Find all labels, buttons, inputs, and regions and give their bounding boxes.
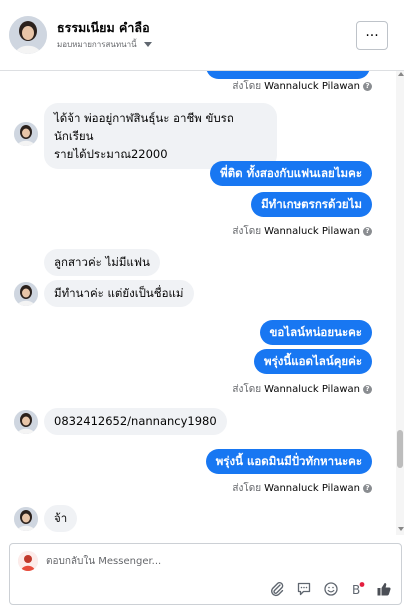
outgoing-message-partial: [206, 71, 370, 79]
contact-avatar-small: [14, 507, 38, 531]
incoming-message: 0832412652/nannancy1980: [44, 408, 227, 435]
contact-avatar-small: [14, 410, 38, 434]
sent-by-label: ส่งโดย Wannaluck Pilawan ?: [232, 224, 372, 239]
incoming-message: ลูกสาวค่ะ ไม่มีแฟน: [44, 249, 160, 276]
outgoing-message: มีทำเกษตรกรด้วยไม: [251, 192, 372, 217]
outgoing-message: พรุ่งนี้ แอดมินมีปั่วทักหานะคะ: [205, 449, 372, 474]
reply-composer: B: [9, 543, 402, 605]
page-avatar: [18, 551, 38, 571]
info-icon[interactable]: ?: [363, 385, 372, 394]
sender-name: Wannaluck Pilawan: [264, 384, 360, 395]
sent-by-label: ส่งโดย Wannaluck Pilawan ?: [232, 382, 372, 397]
sender-name: Wannaluck Pilawan: [264, 81, 360, 92]
reply-input[interactable]: [46, 553, 326, 569]
outgoing-message: พรุ่งนี้แอดไลน์คุยค่ะ: [253, 349, 372, 374]
contact-avatar-small: [14, 122, 38, 146]
info-icon[interactable]: ?: [363, 227, 372, 236]
incoming-message: จ้า: [44, 505, 78, 532]
speech-bubble-icon[interactable]: [295, 580, 313, 598]
sender-name: Wannaluck Pilawan: [264, 483, 360, 494]
outgoing-message: ขอไลน์หน่อยนะคะ: [259, 320, 372, 345]
scroll-down-arrow[interactable]: [398, 527, 404, 531]
assign-conversation-dropdown[interactable]: มอบหมายการสนทนานี้: [57, 38, 152, 51]
sticker-icon[interactable]: B: [348, 580, 366, 598]
like-icon[interactable]: [375, 580, 393, 598]
sent-by-label: ส่งโดย Wannaluck Pilawan ?: [232, 481, 372, 496]
emoji-icon[interactable]: [322, 580, 340, 598]
paperclip-icon[interactable]: [268, 580, 286, 598]
contact-avatar[interactable]: [9, 16, 47, 54]
message-thread: ส่งโดย Wannaluck Pilawan ? ได้จ้า พ่ออยู…: [0, 71, 404, 535]
scrollbar-thumb[interactable]: [397, 430, 403, 468]
info-icon[interactable]: ?: [363, 82, 372, 91]
conversation-header: ธรรมเนียม คำลือ มอบหมายการสนทนานี้ ···: [0, 0, 404, 71]
assign-conversation-label: มอบหมายการสนทนานี้: [57, 40, 137, 49]
sent-by-label: ส่งโดย Wannaluck Pilawan ?: [232, 79, 372, 94]
chevron-down-icon: [143, 42, 152, 47]
scroll-up-arrow[interactable]: [398, 72, 404, 76]
contact-avatar-small: [14, 282, 38, 306]
more-options-button[interactable]: ···: [356, 21, 388, 50]
contact-name[interactable]: ธรรมเนียม คำลือ: [57, 18, 150, 38]
info-icon[interactable]: ?: [363, 484, 372, 493]
sender-name: Wannaluck Pilawan: [264, 226, 360, 237]
outgoing-message: พี่ติด ทั้งสองกับแฟนเลยไมคะ: [210, 161, 372, 186]
incoming-message: มีทำนาค่ะ แต่ยังเป็นชื่อแม่: [44, 280, 194, 307]
incoming-message: ได้จ้า พ่ออยู่กาฬสินธุ์นะ อาชีพ ขับรถนัก…: [44, 103, 277, 169]
svg-text:B: B: [352, 583, 360, 597]
